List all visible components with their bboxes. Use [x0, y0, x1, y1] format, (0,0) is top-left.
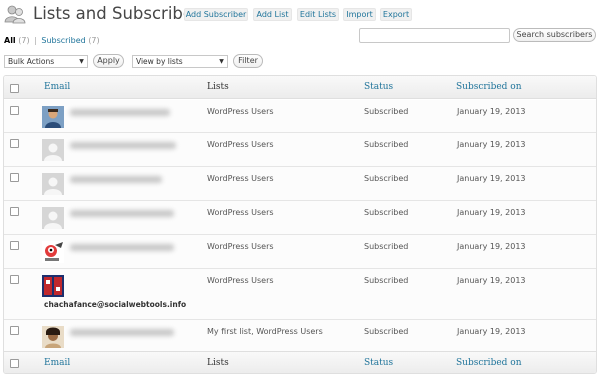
- filter-all[interactable]: All: [4, 36, 16, 45]
- email-cell[interactable]: chachafance@socialwebtools.info: [44, 300, 186, 309]
- date-cell: January 19, 2013: [457, 327, 526, 336]
- date-cell: January 19, 2013: [457, 140, 526, 149]
- table-row: My first list, WordPress Users Subscribe…: [4, 320, 596, 351]
- status-cell: Subscribed: [364, 242, 409, 251]
- column-lists: Lists: [207, 82, 229, 92]
- subscribers-table: Email Lists Status Subscribed on WordPre…: [3, 75, 597, 374]
- table-row: WordPress Users Subscribed January 19, 2…: [4, 235, 596, 269]
- chevron-down-icon: ▼: [219, 58, 224, 65]
- status-cell: Subscribed: [364, 107, 409, 116]
- column-subscribed-on-footer[interactable]: Subscribed on: [456, 358, 522, 368]
- add-list-button[interactable]: Add List: [253, 8, 292, 21]
- users-icon: [4, 5, 26, 24]
- lists-cell: WordPress Users: [207, 242, 274, 251]
- apply-button[interactable]: Apply: [93, 54, 124, 68]
- date-cell: January 19, 2013: [457, 107, 526, 116]
- lists-cell: WordPress Users: [207, 107, 274, 116]
- edit-lists-button[interactable]: Edit Lists: [297, 8, 339, 21]
- search-subscribers-button[interactable]: Search subscribers: [513, 28, 596, 42]
- column-status[interactable]: Status: [364, 82, 393, 92]
- lists-cell: WordPress Users: [207, 174, 274, 183]
- filter-subscribed-count: (7): [88, 36, 100, 45]
- default-avatar-icon: [42, 173, 64, 195]
- email-redacted: [70, 210, 174, 217]
- default-avatar-icon: [42, 207, 64, 229]
- default-avatar-icon: [42, 139, 64, 161]
- select-all-checkbox[interactable]: [10, 84, 19, 93]
- column-subscribed-on[interactable]: Subscribed on: [456, 82, 522, 92]
- column-status-footer[interactable]: Status: [364, 358, 393, 368]
- lists-cell: WordPress Users: [207, 140, 274, 149]
- table-row: WordPress Users Subscribed January 19, 2…: [4, 167, 596, 201]
- lists-cell: WordPress Users: [207, 276, 274, 285]
- column-email[interactable]: Email: [44, 82, 70, 92]
- row-checkbox[interactable]: [10, 207, 19, 216]
- bulk-actions-value: Bulk Actions: [8, 57, 55, 66]
- column-email-footer[interactable]: Email: [44, 358, 70, 368]
- email-redacted: [70, 176, 162, 183]
- lists-cell: My first list, WordPress Users: [207, 327, 323, 336]
- status-cell: Subscribed: [364, 208, 409, 217]
- search-input[interactable]: [359, 28, 510, 43]
- email-redacted: [70, 142, 176, 149]
- status-cell: Subscribed: [364, 140, 409, 149]
- view-by-lists-value: View by lists: [136, 57, 183, 66]
- export-button[interactable]: Export: [380, 8, 412, 21]
- photo-avatar-icon: [42, 106, 64, 128]
- bulk-actions-select[interactable]: Bulk Actions ▼: [4, 55, 88, 68]
- status-cell: Subscribed: [364, 174, 409, 183]
- date-cell: January 19, 2013: [457, 174, 526, 183]
- row-checkbox[interactable]: [10, 173, 19, 182]
- date-cell: January 19, 2013: [457, 242, 526, 251]
- table-footer: Email Lists Status Subscribed on: [4, 351, 596, 373]
- status-cell: Subscribed: [364, 327, 409, 336]
- table-row: WordPress Users Subscribed January 19, 2…: [4, 201, 596, 235]
- page-title: Lists and Subscribers: [33, 4, 209, 23]
- view-by-lists-select[interactable]: View by lists ▼: [132, 55, 228, 68]
- date-cell: January 19, 2013: [457, 208, 526, 217]
- column-lists-footer: Lists: [207, 358, 229, 368]
- table-row: WordPress Users Subscribed January 19, 2…: [4, 100, 596, 133]
- lists-cell: WordPress Users: [207, 208, 274, 217]
- status-filters: All (7) | Subscribed (7): [4, 36, 100, 45]
- row-checkbox[interactable]: [10, 106, 19, 115]
- status-cell: Subscribed: [364, 276, 409, 285]
- add-subscriber-button[interactable]: Add Subscriber: [184, 8, 248, 21]
- row-checkbox[interactable]: [10, 241, 19, 250]
- page-header: Lists and Subscribers Add Subscriber Add…: [0, 0, 600, 30]
- logo-avatar-icon: [42, 275, 64, 297]
- import-button[interactable]: Import: [343, 8, 376, 21]
- filter-all-count: (7): [18, 36, 30, 45]
- filter-button[interactable]: Filter: [233, 54, 263, 68]
- date-cell: January 19, 2013: [457, 276, 526, 285]
- filter-separator: |: [34, 36, 37, 45]
- photo-avatar-icon: [42, 326, 64, 348]
- select-all-checkbox-footer[interactable]: [10, 359, 19, 368]
- cartoon-avatar-icon: [42, 241, 64, 263]
- table-row: WordPress Users Subscribed January 19, 2…: [4, 133, 596, 167]
- table-header: Email Lists Status Subscribed on: [4, 76, 596, 99]
- row-checkbox[interactable]: [10, 139, 19, 148]
- chevron-down-icon: ▼: [79, 58, 84, 65]
- row-checkbox[interactable]: [10, 326, 19, 335]
- email-redacted: [70, 244, 174, 251]
- filter-subscribed[interactable]: Subscribed: [41, 36, 85, 45]
- email-redacted: [70, 109, 170, 116]
- row-checkbox[interactable]: [10, 275, 19, 284]
- email-redacted: [70, 329, 174, 336]
- table-row: chachafance@socialwebtools.info WordPres…: [4, 269, 596, 320]
